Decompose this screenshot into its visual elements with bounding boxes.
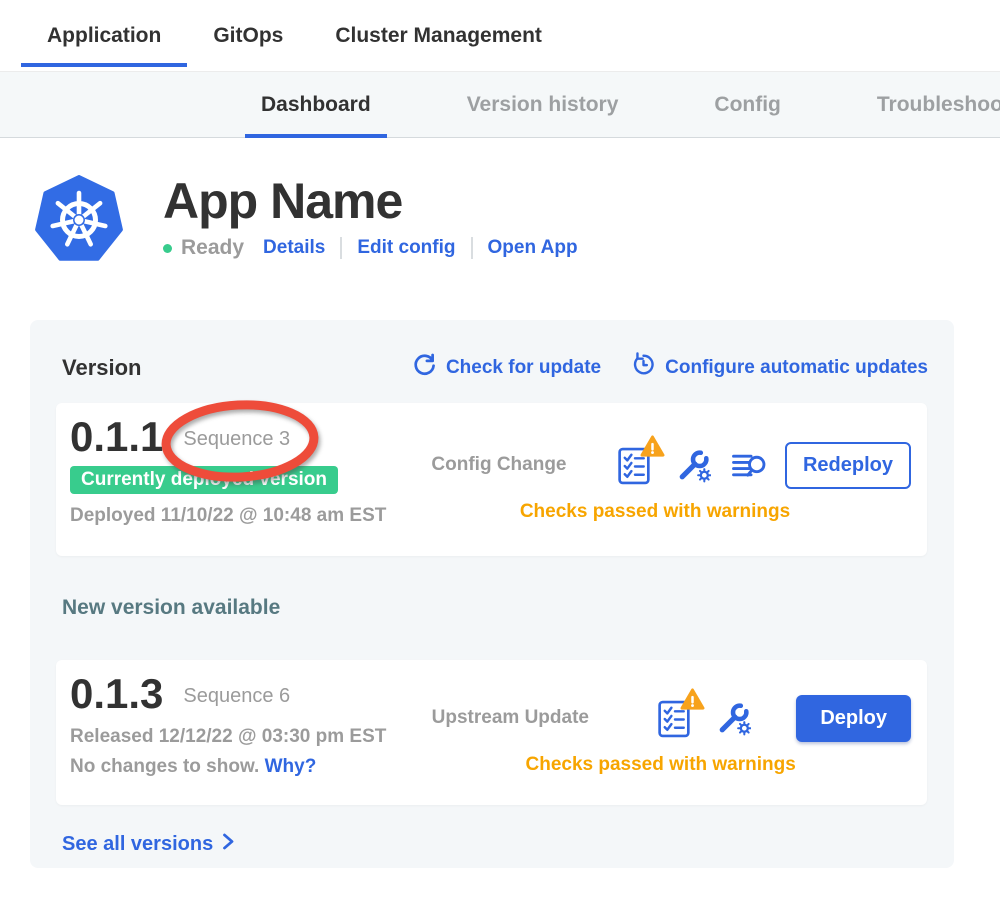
tab-version-history[interactable]: Version history [451, 72, 635, 137]
deployed-timestamp: Deployed 11/10/22 @ 10:48 am EST [70, 505, 386, 527]
released-timestamp: Released 12/12/22 @ 03:30 pm EST [70, 726, 386, 748]
open-app-link[interactable]: Open App [488, 237, 578, 259]
app-subnav: Dashboard Version history Config Trouble… [0, 72, 1000, 138]
release-notes-icon[interactable] [731, 449, 767, 482]
sequence-label: Sequence 3 [183, 428, 290, 451]
deployed-version-card: 0.1.1 Sequence 3 Currently deployed vers… [56, 403, 927, 556]
check-for-update-link[interactable]: Check for update [412, 352, 601, 383]
chevron-right-icon [221, 831, 235, 858]
config-wrench-icon[interactable] [674, 447, 711, 484]
preflight-status-text: Checks passed with warnings [399, 501, 911, 523]
preflight-checks-icon[interactable] [616, 445, 654, 486]
version-number: 0.1.3 [70, 673, 163, 715]
version-source-label: Upstream Update [410, 707, 610, 729]
config-wrench-icon[interactable] [714, 700, 751, 737]
warning-triangle-icon [640, 435, 665, 463]
kubernetes-logo-icon [35, 175, 123, 265]
divider [340, 237, 342, 259]
available-version-card: 0.1.3 Sequence 6 Released 12/12/22 @ 03:… [56, 660, 927, 805]
version-number: 0.1.1 [70, 416, 163, 458]
why-link[interactable]: Why? [265, 756, 317, 777]
currently-deployed-badge: Currently deployed version [70, 466, 338, 494]
tab-config[interactable]: Config [698, 72, 796, 137]
app-header: App Name Ready Details Edit config Open … [0, 138, 1000, 265]
sequence-label: Sequence 6 [183, 685, 290, 708]
edit-config-link[interactable]: Edit config [357, 237, 455, 259]
primary-nav: Application GitOps Cluster Management [0, 0, 1000, 72]
version-panel: Version Check for update [30, 320, 954, 868]
tab-dashboard[interactable]: Dashboard [245, 72, 387, 137]
version-source-label: Config Change [399, 454, 599, 476]
divider [471, 237, 473, 259]
warning-triangle-icon [680, 688, 705, 716]
tab-troubleshoot[interactable]: Troubleshoot [861, 72, 1000, 137]
app-status-row: Ready Details Edit config Open App [163, 236, 578, 260]
refresh-icon [412, 352, 437, 383]
status-text: Ready [181, 236, 244, 260]
status-dot-icon [163, 244, 172, 253]
configure-auto-updates-link[interactable]: Configure automatic updates [631, 352, 928, 383]
version-panel-title: Version [62, 355, 141, 381]
details-link[interactable]: Details [263, 237, 325, 259]
tab-application[interactable]: Application [21, 0, 187, 71]
redeploy-button[interactable]: Redeploy [785, 442, 911, 489]
tab-gitops[interactable]: GitOps [187, 0, 309, 71]
deploy-button[interactable]: Deploy [796, 695, 911, 742]
auto-update-clock-icon [631, 352, 656, 383]
no-changes-text: No changes to show. [70, 756, 259, 777]
see-all-versions-link[interactable]: See all versions [62, 831, 235, 858]
preflight-status-text: Checks passed with warnings [410, 754, 911, 776]
preflight-checks-icon[interactable] [656, 698, 694, 739]
tab-cluster-management[interactable]: Cluster Management [309, 0, 568, 71]
page-title: App Name [163, 175, 578, 227]
new-version-heading: New version available [62, 596, 954, 620]
